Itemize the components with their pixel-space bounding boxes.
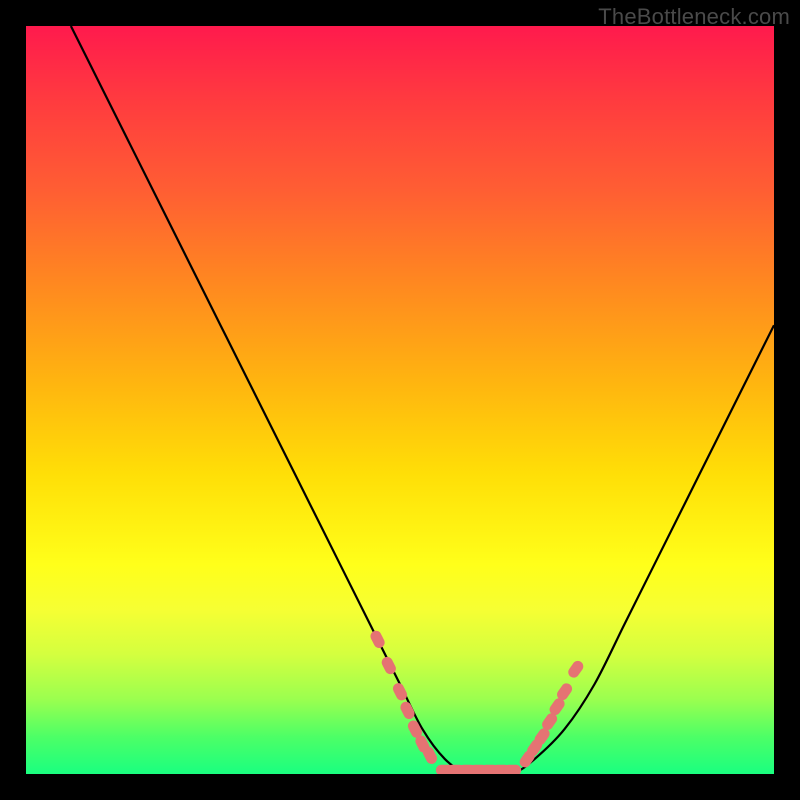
outer-frame: TheBottleneck.com [0,0,800,800]
watermark-text: TheBottleneck.com [598,4,790,30]
plot-area [26,26,774,774]
